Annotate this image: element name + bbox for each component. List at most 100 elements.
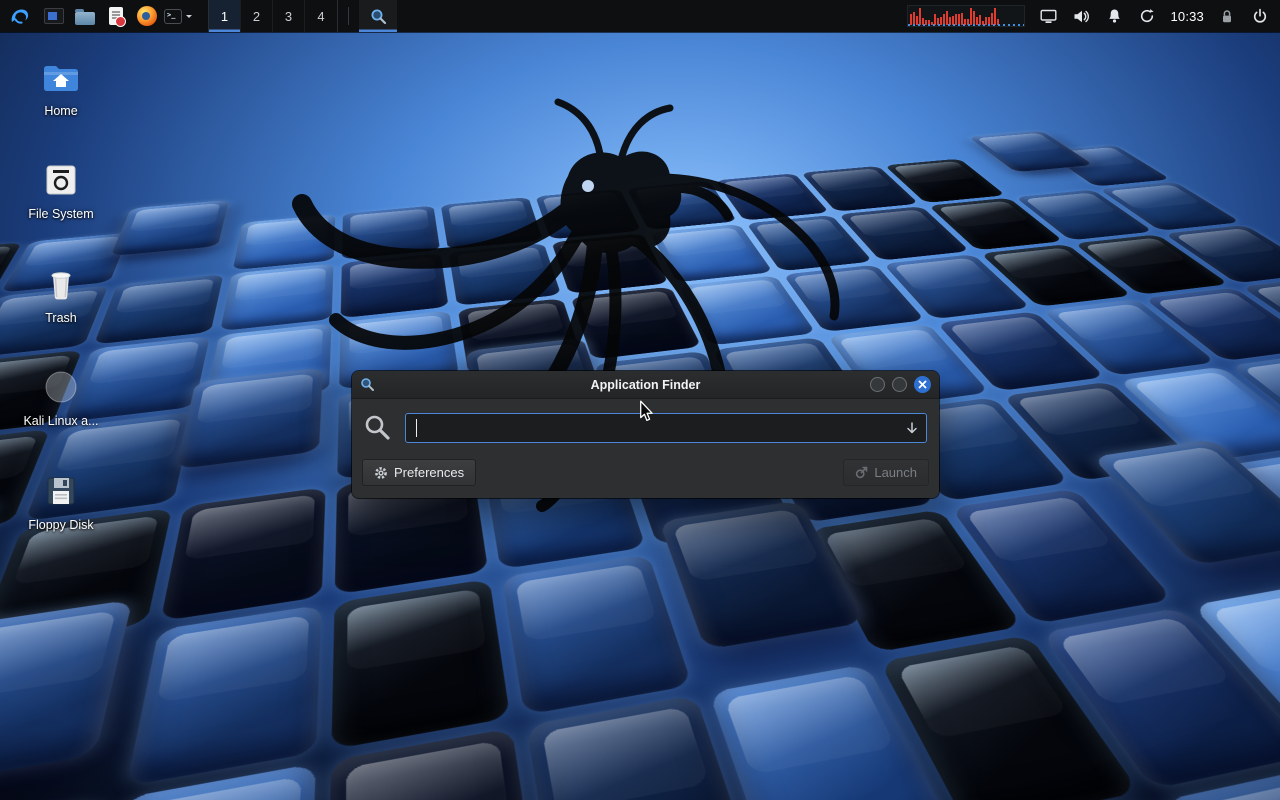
desktop-icon-label: Home [44,104,77,118]
launcher-file-manager[interactable] [71,2,99,30]
cpu-bar [994,8,996,25]
desktop-icon-floppy-disk[interactable]: Floppy Disk [16,470,106,532]
file-system-drive-icon [42,159,80,201]
window-title: Application Finder [352,378,939,392]
gear-icon [374,466,388,480]
cpu-bar [928,20,930,25]
window-titlebar[interactable]: Application Finder [352,371,939,399]
launch-icon [855,466,868,479]
cpu-bar [952,16,954,25]
wallpaper-cube [440,197,542,249]
launcher-text-editor[interactable] [102,2,130,30]
panel-separator [348,7,349,25]
clock[interactable]: 10:33 [1170,9,1204,24]
folder-icon [75,12,95,25]
close-icon [918,380,927,389]
workspace-3[interactable]: 3 [273,0,305,32]
cpu-bar [946,11,948,25]
close-button[interactable] [914,376,931,393]
launcher-terminal[interactable] [164,2,192,30]
application-finder-window: Application Finder Preferences [352,371,939,498]
wallpaper-cube [535,189,641,240]
wallpaper-cube [570,287,701,360]
volume-icon[interactable] [1071,4,1091,28]
desktop-icon-label: Trash [45,311,77,325]
cpu-graph[interactable] [907,5,1025,27]
wallpaper-cube [332,579,510,749]
wallpaper-cube [220,264,334,331]
workspace-1[interactable]: 1 [209,0,241,32]
desktop-icon-column: Home File System Trash Kali Linux a... F… [16,56,106,532]
desktop-icon-home[interactable]: Home [16,56,106,118]
maximize-button[interactable] [892,377,907,392]
power-icon[interactable] [1250,4,1270,28]
cpu-bar [964,19,966,25]
panel-right-cluster: 10:33 [907,0,1280,32]
wallpaper-cube [551,234,669,294]
launch-button[interactable]: Launch [843,459,929,486]
applications-menu-button[interactable] [0,0,38,32]
cpu-bar [997,19,999,25]
cpu-bar [943,14,945,25]
preferences-button[interactable]: Preferences [362,459,476,486]
dropdown-arrow-icon[interactable] [905,421,919,435]
home-folder-icon [41,56,81,98]
wallpaper-cube [342,206,440,260]
wallpaper-cube [160,487,326,622]
cpu-bar [991,13,993,25]
cpu-bar [970,8,972,25]
window-app-icon [44,8,64,24]
display-icon[interactable] [1038,4,1058,28]
desktop-icon-file-system[interactable]: File System [16,159,106,221]
wallpaper-cube [341,253,449,318]
window-controls [870,376,931,393]
launch-label: Launch [874,465,917,480]
application-finder-taskbar-icon [370,8,387,25]
preferences-label: Preferences [394,465,464,480]
kali-linux-icon [42,366,80,408]
search-input[interactable] [405,413,927,443]
launcher-firefox[interactable] [133,2,161,30]
chevron-down-icon [186,15,192,21]
keyring-lock-icon[interactable] [1217,4,1237,28]
desktop-icon-kali-linux[interactable]: Kali Linux a... [16,366,106,428]
wallpaper-cube [126,605,322,786]
cpu-bar [973,11,975,25]
cpu-bar [982,21,984,25]
cpu-bar [985,17,987,25]
cpu-bar [961,13,963,25]
cpu-bar [958,14,960,25]
cpu-bar [949,17,951,25]
cpu-bar [925,20,927,25]
desktop-icon-label: File System [28,207,93,221]
cpu-bar [916,16,918,25]
wallpaper-cube [526,695,755,800]
cpu-bar [913,12,915,25]
launcher-window[interactable] [40,2,68,30]
trash-icon [42,263,80,305]
cpu-bar [988,17,990,25]
quick-launchers [40,2,192,30]
notifications-bell-icon[interactable] [1104,4,1124,28]
cpu-bar [937,18,939,25]
cpu-bar [934,14,936,25]
cpu-bar [910,14,912,25]
desktop-icon-trash[interactable]: Trash [16,263,106,325]
workspace-switcher: 1 2 3 4 [208,0,338,32]
panel-left-cluster: 1 2 3 4 [0,0,397,32]
cpu-bar [979,15,981,25]
wallpaper-cube [448,243,560,305]
workspace-4[interactable]: 4 [305,0,337,32]
updates-icon[interactable] [1137,4,1157,28]
workspace-2[interactable]: 2 [241,0,273,32]
text-caret [416,419,417,437]
minimize-button[interactable] [870,377,885,392]
firefox-icon [137,6,157,26]
desktop-icon-label: Kali Linux a... [23,414,98,428]
taskbar-application-finder[interactable] [359,0,397,32]
top-panel: 1 2 3 4 10:33 [0,0,1280,32]
cpu-bar [976,17,978,25]
floppy-disk-icon [42,470,80,512]
kali-menu-icon [8,5,30,27]
cpu-bar [940,17,942,25]
